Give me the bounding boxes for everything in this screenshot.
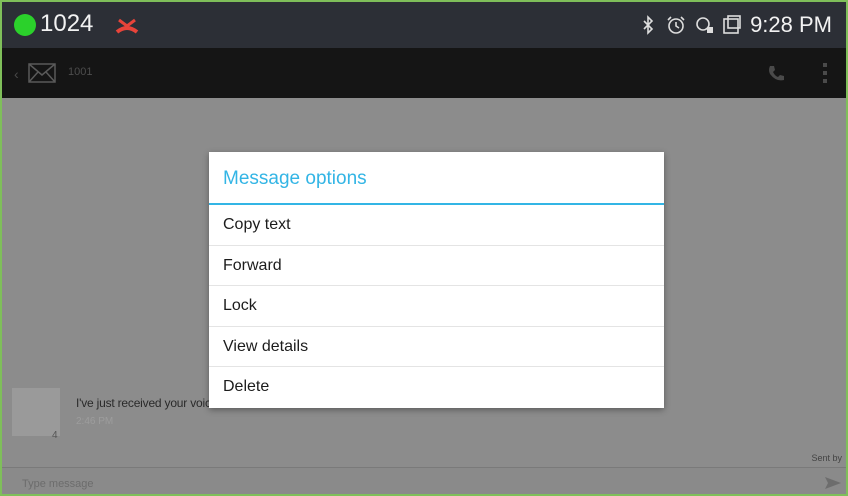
back-chevron-icon[interactable]: ‹ [14,66,19,82]
bluetooth-icon [638,15,658,35]
option-delete[interactable]: Delete [209,367,664,408]
account-extension: 1024 [40,10,94,37]
send-icon[interactable] [824,476,842,490]
message-input[interactable] [20,474,744,494]
alarm-icon [666,15,686,35]
status-icons: 9:28 PM [638,12,832,38]
clock-time: 9:28 PM [750,12,832,37]
overflow-menu-icon[interactable] [822,62,828,84]
message-sub: 4 [52,430,58,441]
option-view-details[interactable]: View details [209,327,664,367]
status-bar: 1024 9:28 PM [2,2,846,48]
phone-icon[interactable] [766,64,786,84]
headset-icon [694,15,714,35]
action-bar: ‹ 1001 [2,48,846,98]
message-options-dialog: Message options Copy text Forward Lock V… [209,152,664,408]
option-lock[interactable]: Lock [209,286,664,327]
option-forward[interactable]: Forward [209,246,664,286]
message-time: 2:46 PM [76,416,114,427]
missed-call-icon [115,16,139,36]
envelope-icon[interactable] [28,63,56,83]
avatar [12,388,60,436]
compose-bar [2,467,846,494]
option-copy-text[interactable]: Copy text [209,205,664,246]
account-status-icon [14,14,36,36]
screen-frame: 1024 9:28 PM ‹ 1001 I've just received y… [0,0,848,496]
thread-title: 1001 [68,66,93,78]
dialog-title: Message options [209,152,664,205]
screen-icon [722,15,742,35]
sent-meta: Sent by [811,453,842,463]
